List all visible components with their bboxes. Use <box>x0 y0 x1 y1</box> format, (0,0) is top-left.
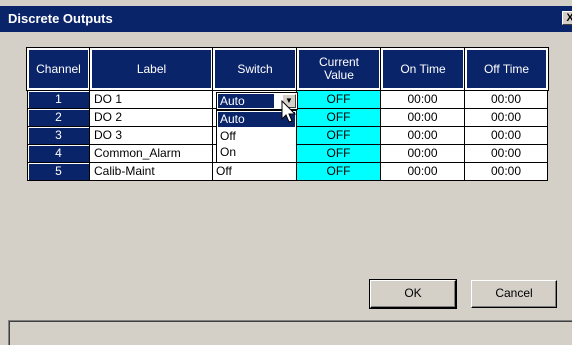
off-time-cell[interactable]: 00:00 <box>465 109 548 127</box>
dropdown-option-off[interactable]: Off <box>218 129 295 144</box>
on-time-cell[interactable]: 00:00 <box>381 91 465 109</box>
channel-cell[interactable]: 2 <box>27 109 90 127</box>
on-time-cell[interactable]: 00:00 <box>381 127 465 145</box>
current-value-cell: OFF <box>297 163 381 181</box>
status-bar <box>8 320 572 345</box>
on-time-cell[interactable]: 00:00 <box>381 163 465 181</box>
channel-cell[interactable]: 1 <box>27 91 90 109</box>
table-row[interactable]: 5 Calib-Maint Off OFF 00:00 00:00 <box>27 163 548 181</box>
channel-cell[interactable]: 5 <box>27 163 90 181</box>
discrete-outputs-dialog: Discrete Outputs X Channel Label Switch … <box>0 0 572 345</box>
label-cell[interactable]: DO 3 <box>90 127 213 145</box>
label-cell[interactable]: Common_Alarm <box>90 145 213 163</box>
on-time-cell[interactable]: 00:00 <box>381 109 465 127</box>
label-cell[interactable]: DO 2 <box>90 109 213 127</box>
column-header-current-value[interactable]: Current Value <box>296 47 382 91</box>
current-value-cell: OFF <box>297 127 381 145</box>
switch-combo-value: Auto <box>218 94 274 108</box>
window-title: Discrete Outputs <box>8 11 113 26</box>
switch-cell[interactable]: Off <box>213 163 297 181</box>
ok-button[interactable]: OK <box>369 279 457 309</box>
dropdown-option-on[interactable]: On <box>218 145 295 160</box>
off-time-cell[interactable]: 00:00 <box>465 127 548 145</box>
current-value-cell: OFF <box>297 109 381 127</box>
label-cell[interactable]: DO 1 <box>90 91 213 109</box>
channel-cell[interactable]: 4 <box>27 145 90 163</box>
close-button[interactable]: X <box>562 11 572 25</box>
on-time-cell[interactable]: 00:00 <box>381 145 465 163</box>
column-header-switch[interactable]: Switch <box>212 47 298 91</box>
channel-cell[interactable]: 3 <box>27 127 90 145</box>
cancel-button[interactable]: Cancel <box>471 280 557 308</box>
mouse-pointer-icon <box>281 100 297 123</box>
off-time-cell[interactable]: 00:00 <box>465 145 548 163</box>
off-time-cell[interactable]: 00:00 <box>465 91 548 109</box>
current-value-cell: OFF <box>297 91 381 109</box>
label-cell[interactable]: Calib-Maint <box>90 163 213 181</box>
column-header-channel[interactable]: Channel <box>26 47 91 91</box>
column-header-on-time[interactable]: On Time <box>380 47 466 91</box>
column-header-off-time[interactable]: Off Time <box>464 47 549 91</box>
column-header-label[interactable]: Label <box>89 47 214 91</box>
current-value-cell: OFF <box>297 145 381 163</box>
title-bar[interactable]: Discrete Outputs X <box>0 6 572 32</box>
off-time-cell[interactable]: 00:00 <box>465 163 548 181</box>
